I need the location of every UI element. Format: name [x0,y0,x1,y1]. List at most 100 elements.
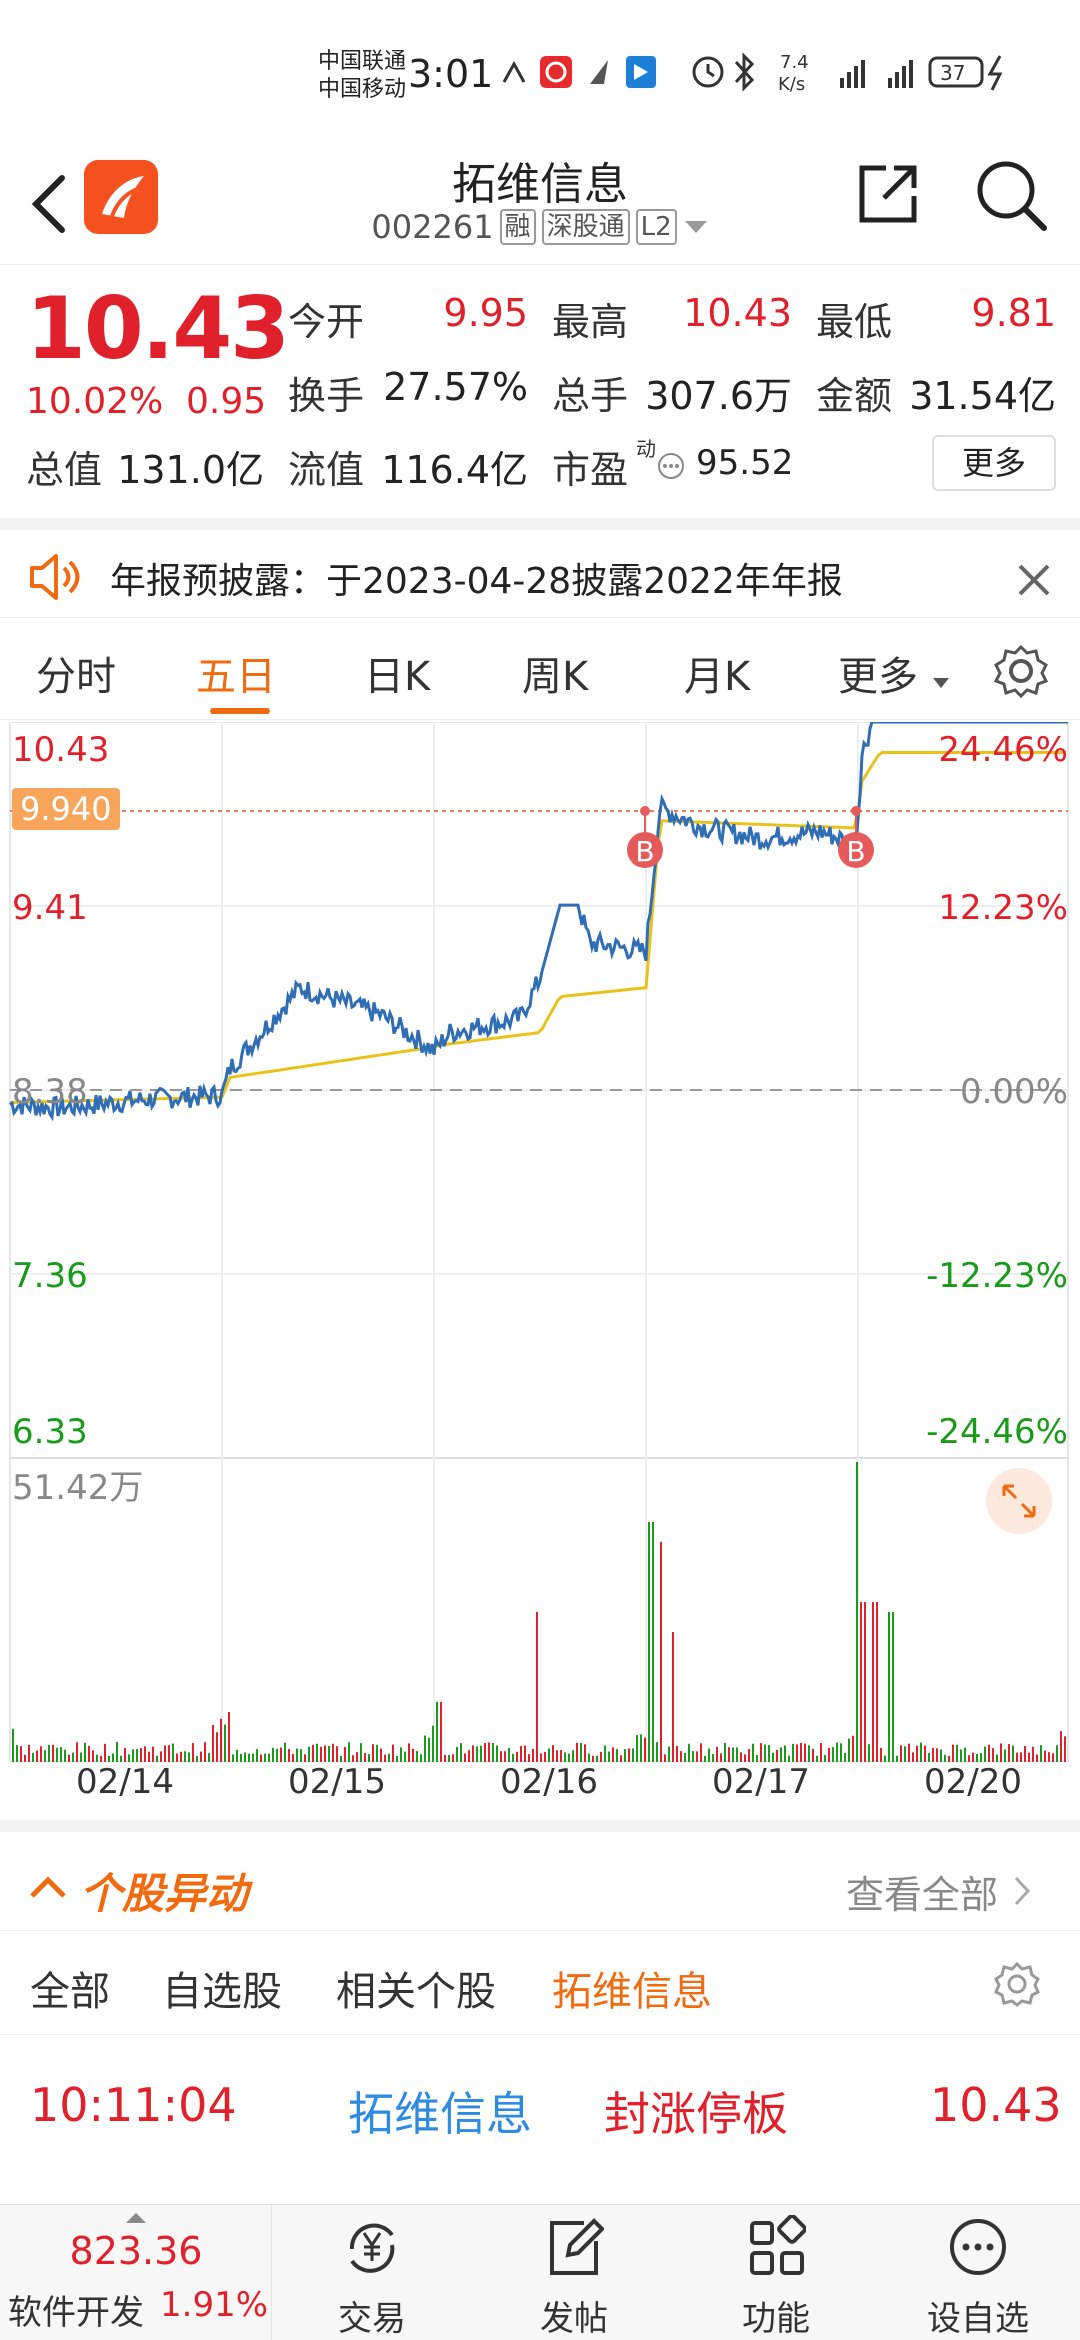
share-button[interactable] [856,162,920,226]
date-label: 02/16 [500,1762,598,1802]
volume-bar [500,1751,502,1762]
volume-bar [772,1752,774,1762]
tab-five-day[interactable]: 五日 [196,644,276,702]
volume-bar [820,1743,822,1762]
sector-change: 1.91% [160,2285,269,2325]
gear-icon[interactable] [994,1961,1040,2007]
volume-bar [1044,1750,1046,1762]
volume-bar [632,1748,634,1762]
volume-bar [1004,1749,1006,1762]
quote-panel: 10.43 10.02% 0.95 今开 9.95 最高 10.43 最低 9.… [0,265,1080,515]
volume-bar [1052,1753,1054,1762]
volume-bar [372,1744,374,1762]
volume-bar [412,1748,414,1762]
volume-bar [688,1743,690,1762]
volume-bars [12,1462,1066,1762]
close-icon[interactable] [1016,562,1052,598]
volume-bar [612,1747,614,1762]
volume-bar [584,1744,586,1762]
volume-bar [672,1632,674,1762]
sector-index-button[interactable]: 823.36 软件开发 1.91% [0,2205,272,2340]
tab-more-label: 更多 [838,654,918,700]
volume-bar [504,1751,506,1762]
more-quote-button[interactable]: 更多 [932,435,1056,491]
connect-tag: 深股通 [541,209,630,245]
view-all-link[interactable]: 查看全部 [846,1864,1034,1919]
stock-alert-header: 个股异动 查看全部 [0,1820,1080,1930]
volume-bar [1028,1752,1030,1762]
volume-bar [356,1752,358,1762]
volume-bar [960,1749,962,1762]
volume-bar [684,1752,686,1762]
filter-watchlist[interactable]: 自选股 [162,1959,282,2017]
sector-name: 软件开发 [8,2293,144,2333]
volume-bar [564,1752,566,1762]
nav-trade[interactable]: 交易 [272,2205,472,2340]
view-all-label: 查看全部 [846,1873,999,1917]
pe-info-icon[interactable] [656,451,686,481]
volume-bar [744,1754,746,1762]
volume-bar [12,1728,14,1762]
volume-bar [312,1744,314,1762]
volume-bar [844,1752,846,1762]
volume-bar [928,1752,930,1762]
volume-bar [32,1752,34,1762]
gear-icon[interactable] [994,644,1048,698]
volume-bar [116,1742,118,1762]
volume-bar [768,1744,770,1762]
volume-bar [832,1747,834,1762]
volume-bar [280,1747,282,1762]
filter-all[interactable]: 全部 [30,1959,110,2017]
speaker-icon [30,554,80,600]
volume-bar [824,1754,826,1762]
nav-post[interactable]: 发帖 [474,2205,674,2340]
share-icon [859,165,917,223]
level2-tag: L2 [635,209,677,245]
nav-post-label: 发帖 [540,2299,608,2339]
volume-bar [112,1753,114,1762]
volume-bar [176,1753,178,1762]
volume-bar [932,1747,934,1762]
volume-bar [540,1753,542,1762]
tab-weekly-k[interactable]: 周K [522,644,588,702]
volume-bar [548,1748,550,1762]
expand-chart-button[interactable] [986,1468,1052,1534]
volume-bar [252,1753,254,1762]
pe-value: 95.52 [696,443,794,483]
marker-price-badge: 9.940 [12,788,120,830]
volume-bar [360,1743,362,1762]
volume-bar [708,1748,710,1762]
nav-functions[interactable]: 功能 [676,2205,876,2340]
volume-bar [692,1751,694,1762]
y-label-lower: 7.36 [12,1256,88,1296]
chevron-up-icon[interactable] [28,1872,68,1902]
nav-add-watchlist[interactable]: 设自选 [878,2205,1078,2340]
annual-report-notice[interactable]: 年报预披露：于2023-04-28披露2022年年报 [0,518,1080,618]
volume-bar [332,1743,334,1762]
volume-bar [828,1747,830,1762]
volume-bar [940,1749,942,1762]
tab-monthly-k[interactable]: 月K [684,644,750,702]
net-speed-top: 7.4 [780,52,809,73]
volume-bar [900,1745,902,1762]
buy-marker-label: B [846,835,865,868]
tab-daily-k[interactable]: 日K [364,644,430,702]
volume-bar [212,1724,214,1762]
tab-more[interactable]: 更多 [838,644,951,702]
volume-bar [1060,1731,1062,1762]
filter-related[interactable]: 相关个股 [336,1959,496,2017]
alert-stock-name[interactable]: 拓维信息 [348,2078,532,2144]
volume-bar [616,1749,618,1762]
filter-this-stock[interactable]: 拓维信息 [552,1959,712,2017]
volume-bar [92,1750,94,1762]
volume-bar [1032,1746,1034,1762]
volume-bar [472,1745,474,1762]
search-button[interactable] [974,158,1048,232]
volume-bar [764,1744,766,1762]
volume-bar [852,1735,854,1762]
volume-bar [508,1748,510,1762]
tab-intraday[interactable]: 分时 [36,644,116,702]
five-day-chart[interactable]: B B 10.43 9.940 9.41 8.38 7.36 6.33 24.4… [0,722,1080,1812]
alert-row[interactable]: 10:11:04 拓维信息 封涨停板 10.43 [0,2036,1080,2206]
volume-bar [364,1753,366,1762]
